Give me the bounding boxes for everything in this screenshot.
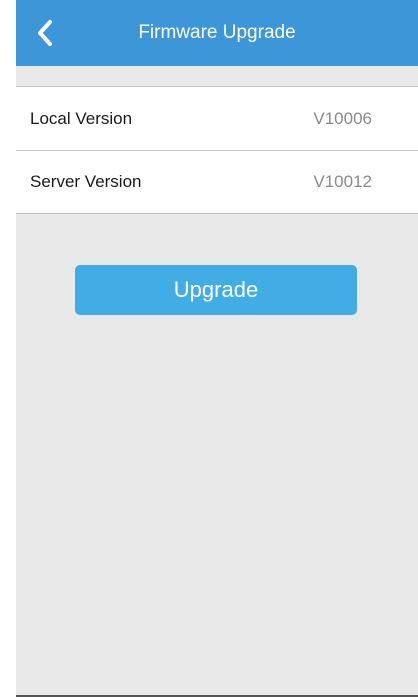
chevron-left-icon <box>38 20 52 46</box>
server-version-value: V10012 <box>313 172 372 191</box>
navigation-bar: Firmware Upgrade <box>16 0 418 66</box>
firmware-upgrade-screen: Firmware Upgrade Local Version V10006 Se… <box>16 0 418 697</box>
version-list: Local Version V10006 Server Version V100… <box>16 86 418 214</box>
server-version-label: Server Version <box>30 172 142 191</box>
upgrade-button[interactable]: Upgrade <box>75 265 357 315</box>
back-button[interactable] <box>22 8 68 58</box>
page-title: Firmware Upgrade <box>138 22 296 43</box>
local-version-label: Local Version <box>30 109 133 128</box>
server-version-row: Server Version V10012 <box>16 150 418 213</box>
local-version-value: V10006 <box>313 109 372 128</box>
local-version-row: Local Version V10006 <box>16 87 418 150</box>
